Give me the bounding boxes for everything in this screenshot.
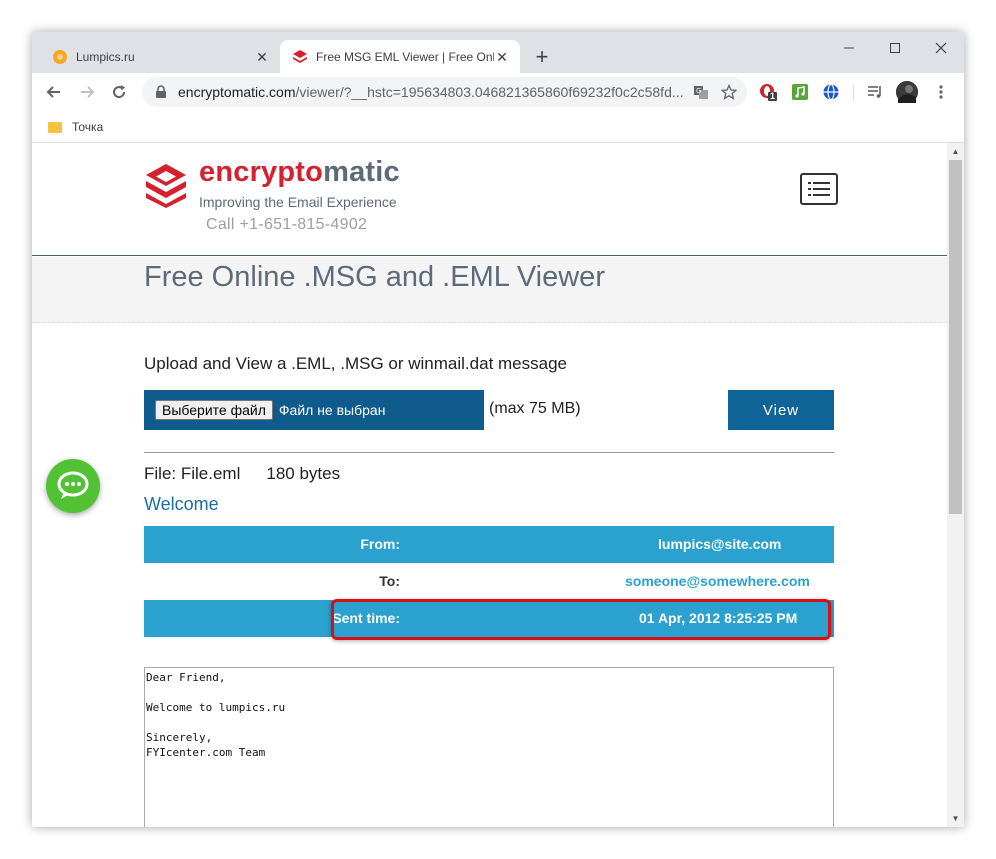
minimize-button[interactable] <box>826 32 872 64</box>
arrow-left-icon <box>46 86 60 98</box>
minimize-icon <box>844 47 854 49</box>
view-button[interactable]: View <box>728 390 834 430</box>
header-row-to: To: someone@somewhere.com <box>144 563 834 600</box>
extension-badge: 1 <box>770 91 776 101</box>
close-window-button[interactable] <box>918 32 964 64</box>
tab-viewer[interactable]: Free MSG EML Viewer | Free Onli ✕ <box>280 40 520 73</box>
page-title: Free Online .MSG and .EML Viewer <box>144 261 605 293</box>
url-text: encryptomatic.com/viewer/?__hstc=1956348… <box>178 84 693 100</box>
lock-icon <box>156 85 166 98</box>
url-path: /viewer/?__hstc=195634803.046821365860f6… <box>295 84 684 100</box>
chat-bubble-icon <box>57 471 89 499</box>
to-label: To: <box>379 573 400 589</box>
tagline: Improving the Email Experience <box>199 194 397 210</box>
hero-banner: Free Online .MSG and .EML Viewer <box>32 257 947 323</box>
new-tab-button[interactable]: + <box>530 46 554 70</box>
choose-file-button[interactable]: Выберите файл <box>155 400 273 420</box>
forward-button[interactable] <box>75 80 99 104</box>
brand-gray-part: matic <box>323 156 400 188</box>
orange-circle-icon <box>53 49 67 64</box>
toolbar-separator <box>853 85 854 101</box>
encryptomatic-logo-icon[interactable] <box>144 162 188 208</box>
arrow-right-icon <box>81 86 95 98</box>
bookmark-label: Точка <box>72 120 104 134</box>
chat-button[interactable] <box>46 459 100 513</box>
message-body: Dear Friend, Welcome to lumpics.ru Since… <box>144 667 834 827</box>
max-size-note: (max 75 MB) <box>489 400 581 417</box>
brand-red-part: encrypto <box>199 156 324 188</box>
star-icon[interactable] <box>721 84 737 100</box>
page-viewport: encryptomatic Improving the Email Experi… <box>32 143 947 827</box>
svg-text:G: G <box>696 87 701 95</box>
file-upload-control: Выберите файл Файл не выбран <box>144 390 484 430</box>
sent-time-highlight <box>331 599 831 640</box>
encryptomatic-logo-icon <box>293 49 307 63</box>
brand-name[interactable]: encryptomatic <box>199 156 400 189</box>
back-button[interactable] <box>42 80 66 104</box>
maximize-icon <box>890 43 900 53</box>
menu-kebab-icon[interactable] <box>932 83 950 101</box>
music-extension-icon[interactable] <box>791 83 809 101</box>
folder-icon <box>48 121 62 133</box>
opera-extension-icon[interactable]: 1 <box>759 83 777 101</box>
globe-extension-icon[interactable] <box>822 83 840 101</box>
reload-icon <box>113 85 126 99</box>
tab-lumpics[interactable]: Lumpics.ru ✕ <box>40 40 280 73</box>
hamburger-menu-button[interactable] <box>800 173 838 205</box>
from-label: From: <box>360 536 400 552</box>
page-scrollbar[interactable]: ▲ ▼ <box>947 143 964 827</box>
scrollbar-thumb[interactable] <box>949 160 962 514</box>
close-icon <box>935 42 947 54</box>
browser-toolbar: encryptomatic.com/viewer/?__hstc=1956348… <box>32 73 964 111</box>
close-tab-icon[interactable]: ✕ <box>494 49 510 65</box>
divider <box>144 452 834 453</box>
header-row-from: From: lumpics@site.com <box>144 526 834 563</box>
avatar[interactable] <box>896 81 918 103</box>
hamburger-icon <box>808 182 830 196</box>
bookmarks-bar: Точка <box>32 111 964 143</box>
tab-title: Free MSG EML Viewer | Free Onli <box>316 49 494 64</box>
tab-strip: Lumpics.ru ✕ Free MSG EML Viewer | Free … <box>32 32 964 73</box>
file-name: File: File.eml <box>144 464 241 483</box>
file-size: 180 bytes <box>266 464 341 483</box>
close-tab-icon[interactable]: ✕ <box>254 49 270 65</box>
media-control-icon[interactable] <box>866 83 884 101</box>
file-info: File: File.eml 180 bytes <box>144 464 340 484</box>
to-value[interactable]: someone@somewhere.com <box>625 573 810 589</box>
url-host: encryptomatic.com <box>178 84 296 100</box>
tab-title: Lumpics.ru <box>76 49 135 64</box>
from-value: lumpics@site.com <box>658 536 782 552</box>
site-header: encryptomatic Improving the Email Experi… <box>32 143 947 256</box>
browser-window: Lumpics.ru ✕ Free MSG EML Viewer | Free … <box>32 32 964 827</box>
address-bar[interactable]: encryptomatic.com/viewer/?__hstc=1956348… <box>142 77 747 107</box>
reload-button[interactable] <box>107 80 131 104</box>
upload-heading: Upload and View a .EML, .MSG or winmail.… <box>144 354 567 373</box>
bookmark-folder[interactable]: Точка <box>48 117 103 137</box>
file-status-text: Файл не выбран <box>278 402 386 418</box>
translate-icon[interactable]: G <box>693 84 709 100</box>
maximize-button[interactable] <box>872 32 918 64</box>
scroll-up-icon[interactable]: ▲ <box>947 143 964 160</box>
message-subject: Welcome <box>144 494 219 514</box>
phone-number: Call +1-651-815-4902 <box>206 216 368 233</box>
scroll-down-icon[interactable]: ▼ <box>947 810 964 827</box>
